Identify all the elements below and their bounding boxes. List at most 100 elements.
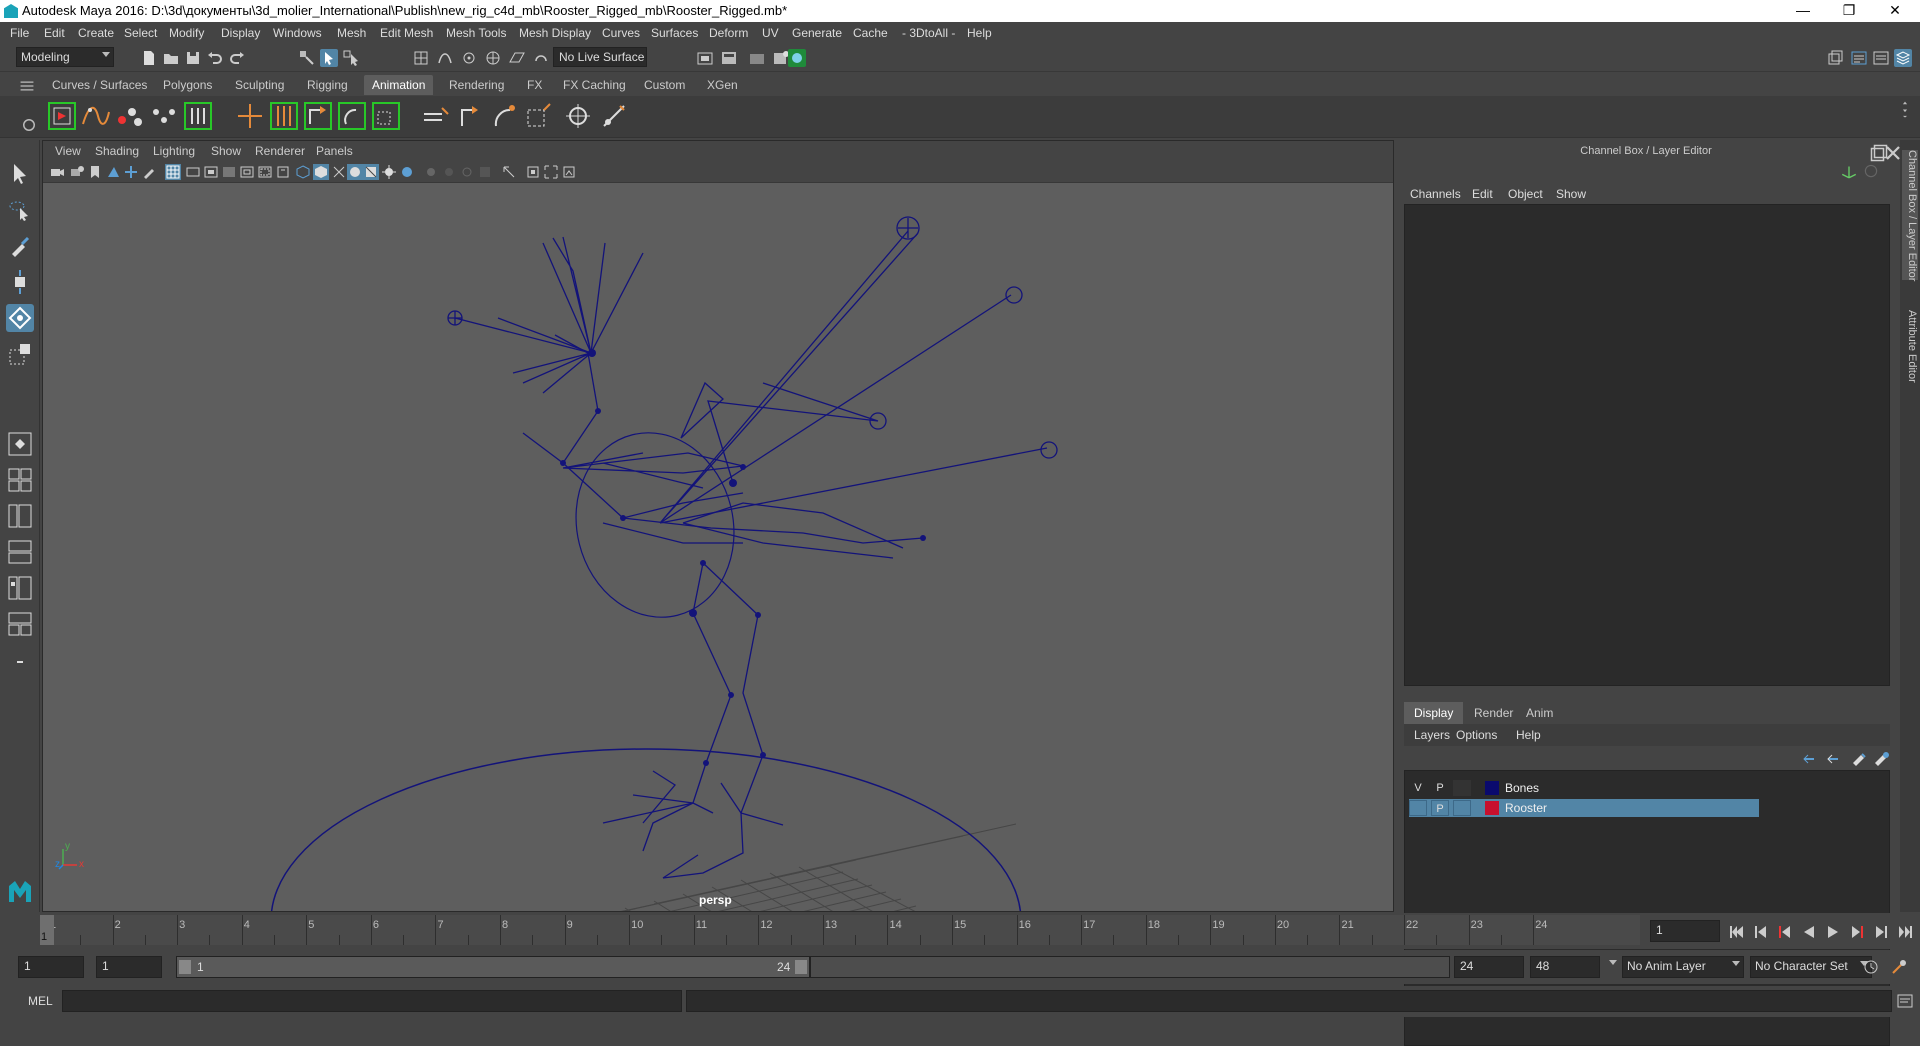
maximize-button[interactable]: ❐ [1826, 0, 1872, 22]
go-to-end-icon[interactable] [1896, 923, 1914, 941]
rooster-skeleton[interactable] [447, 216, 1058, 879]
tool-settings-icon[interactable] [1872, 49, 1890, 67]
play-backwards-icon[interactable] [1800, 923, 1818, 941]
auto-key-icon[interactable] [1862, 958, 1880, 976]
character-set-dropdown[interactable]: No Character Set [1750, 956, 1872, 978]
channel-menu-object[interactable]: Object [1508, 187, 1543, 201]
four-view-layout-icon[interactable] [6, 466, 34, 494]
layer-display-type-toggle[interactable] [1453, 800, 1471, 816]
menu-mesh-tools[interactable]: Mesh Tools [446, 26, 506, 40]
playback-start-field[interactable]: 1 [96, 956, 162, 978]
tab-custom[interactable]: Custom [636, 75, 693, 95]
persp-outliner-layout-icon[interactable] [6, 502, 34, 530]
viewport-menu-renderer[interactable]: Renderer [255, 144, 305, 158]
channel-menu-channels[interactable]: Channels [1410, 187, 1461, 201]
animation-end-field[interactable]: 48 [1530, 956, 1600, 978]
wireframe-on-shaded-icon[interactable] [331, 164, 347, 180]
animation-start-field[interactable]: 1 [18, 956, 84, 978]
move-layer-down-icon[interactable] [1826, 750, 1844, 766]
layer-menu-layers[interactable]: Layers [1414, 728, 1450, 742]
range-end-handle[interactable] [795, 960, 807, 974]
tab-anim-layers[interactable]: Anim [1516, 702, 1563, 724]
move-tool-icon[interactable] [6, 268, 34, 296]
channel-menu-show[interactable]: Show [1556, 187, 1586, 201]
shelf-menu-icon[interactable] [18, 77, 34, 91]
layer-name[interactable]: Bones [1505, 781, 1539, 795]
menu-select[interactable]: Select [124, 26, 157, 40]
depth-of-field-icon[interactable] [459, 164, 475, 180]
command-input[interactable] [62, 990, 682, 1012]
shelf-options-icon[interactable] [20, 116, 35, 131]
viewport-menu-show[interactable]: Show [211, 144, 241, 158]
grid-toggle-icon[interactable] [165, 164, 181, 180]
menu-generate[interactable]: Generate [792, 26, 842, 40]
menu-edit-mesh[interactable]: Edit Mesh [380, 26, 433, 40]
layer-visibility-toggle[interactable] [1409, 800, 1427, 816]
snap-to-curve-icon[interactable] [436, 49, 454, 67]
skin-bind-icon[interactable] [420, 100, 452, 132]
select-by-hierarchy-icon[interactable] [298, 49, 316, 67]
channel-list[interactable] [1404, 204, 1890, 686]
live-surface-field[interactable]: No Live Surface [553, 47, 647, 67]
snap-to-point-icon[interactable] [460, 49, 478, 67]
play-forwards-icon[interactable] [1824, 923, 1842, 941]
orient-constraint-icon[interactable] [336, 100, 368, 132]
save-scene-icon[interactable] [184, 49, 202, 67]
create-empty-layer-icon[interactable] [1850, 750, 1868, 766]
menu-curves[interactable]: Curves [602, 26, 640, 40]
motion-blur-icon[interactable] [423, 164, 439, 180]
attribute-editor-icon[interactable] [1850, 49, 1868, 67]
ipr-render-icon[interactable] [748, 49, 766, 67]
point-constraint-icon[interactable] [454, 100, 486, 132]
close-panel-icon[interactable] [1884, 144, 1900, 160]
frame-selection-icon[interactable] [543, 164, 559, 180]
layer-row-selected[interactable]: P Rooster [1409, 799, 1759, 817]
menu-file[interactable]: File [10, 26, 29, 40]
side-tab-channel-box[interactable]: Channel Box / Layer Editor [1902, 150, 1918, 281]
viewport-menu-shading[interactable]: Shading [95, 144, 139, 158]
redo-icon[interactable] [228, 49, 246, 67]
camera-attributes-icon[interactable] [69, 164, 85, 180]
scene-canvas[interactable] [43, 183, 1393, 911]
cluster-icon[interactable] [562, 100, 594, 132]
range-start-handle[interactable] [179, 960, 191, 974]
perspective-viewport[interactable]: View Shading Lighting Show Renderer Pane… [42, 140, 1394, 912]
tab-xgen[interactable]: XGen [699, 75, 746, 95]
current-frame-marker[interactable]: 1 [40, 915, 54, 945]
persp-graph-layout-icon[interactable] [6, 538, 34, 566]
menu-cache[interactable]: Cache [853, 26, 888, 40]
snap-to-grid-icon[interactable] [412, 49, 430, 67]
range-slider[interactable]: 1 24 [176, 956, 810, 978]
new-scene-icon[interactable] [140, 49, 158, 67]
smooth-shade-icon[interactable] [313, 164, 329, 180]
image-plane-icon[interactable] [105, 164, 121, 180]
animation-layer-icon[interactable] [182, 100, 214, 132]
modeling-toolkit-icon[interactable] [1826, 49, 1844, 67]
script-editor-icon[interactable] [1896, 992, 1914, 1010]
tab-fx[interactable]: FX [519, 75, 550, 95]
viewport-menu-lighting[interactable]: Lighting [153, 144, 195, 158]
snap-to-view-plane-icon[interactable] [508, 49, 526, 67]
resolution-gate-icon[interactable] [203, 164, 219, 180]
animation-preferences-icon[interactable] [1890, 958, 1908, 976]
layer-playback-toggle[interactable]: P [1431, 800, 1449, 816]
shadows-icon[interactable] [381, 164, 397, 180]
trax-editor-icon[interactable] [148, 100, 180, 132]
menu-help[interactable]: Help [967, 26, 992, 40]
select-tool-icon[interactable] [6, 160, 34, 188]
wireframe-icon[interactable] [295, 164, 311, 180]
tab-display-layers[interactable]: Display [1404, 702, 1464, 724]
end-time-options[interactable] [1606, 956, 1620, 978]
step-back-key-icon[interactable] [1776, 923, 1794, 941]
render-view-icon[interactable] [696, 49, 714, 67]
viewport-stats-icon[interactable] [561, 164, 577, 180]
menu-set-dropdown[interactable]: Modeling [16, 47, 114, 67]
select-by-component-icon[interactable] [342, 49, 360, 67]
menu-3dtoall[interactable]: - 3DtoAll - [902, 26, 955, 40]
go-to-start-icon[interactable] [1728, 923, 1746, 941]
create-layer-from-selected-icon[interactable] [1872, 750, 1890, 766]
lasso-tool-icon[interactable] [6, 196, 34, 224]
set-key-icon[interactable] [46, 100, 78, 132]
anim-layer-dropdown[interactable]: No Anim Layer [1622, 956, 1744, 978]
menu-deform[interactable]: Deform [709, 26, 748, 40]
